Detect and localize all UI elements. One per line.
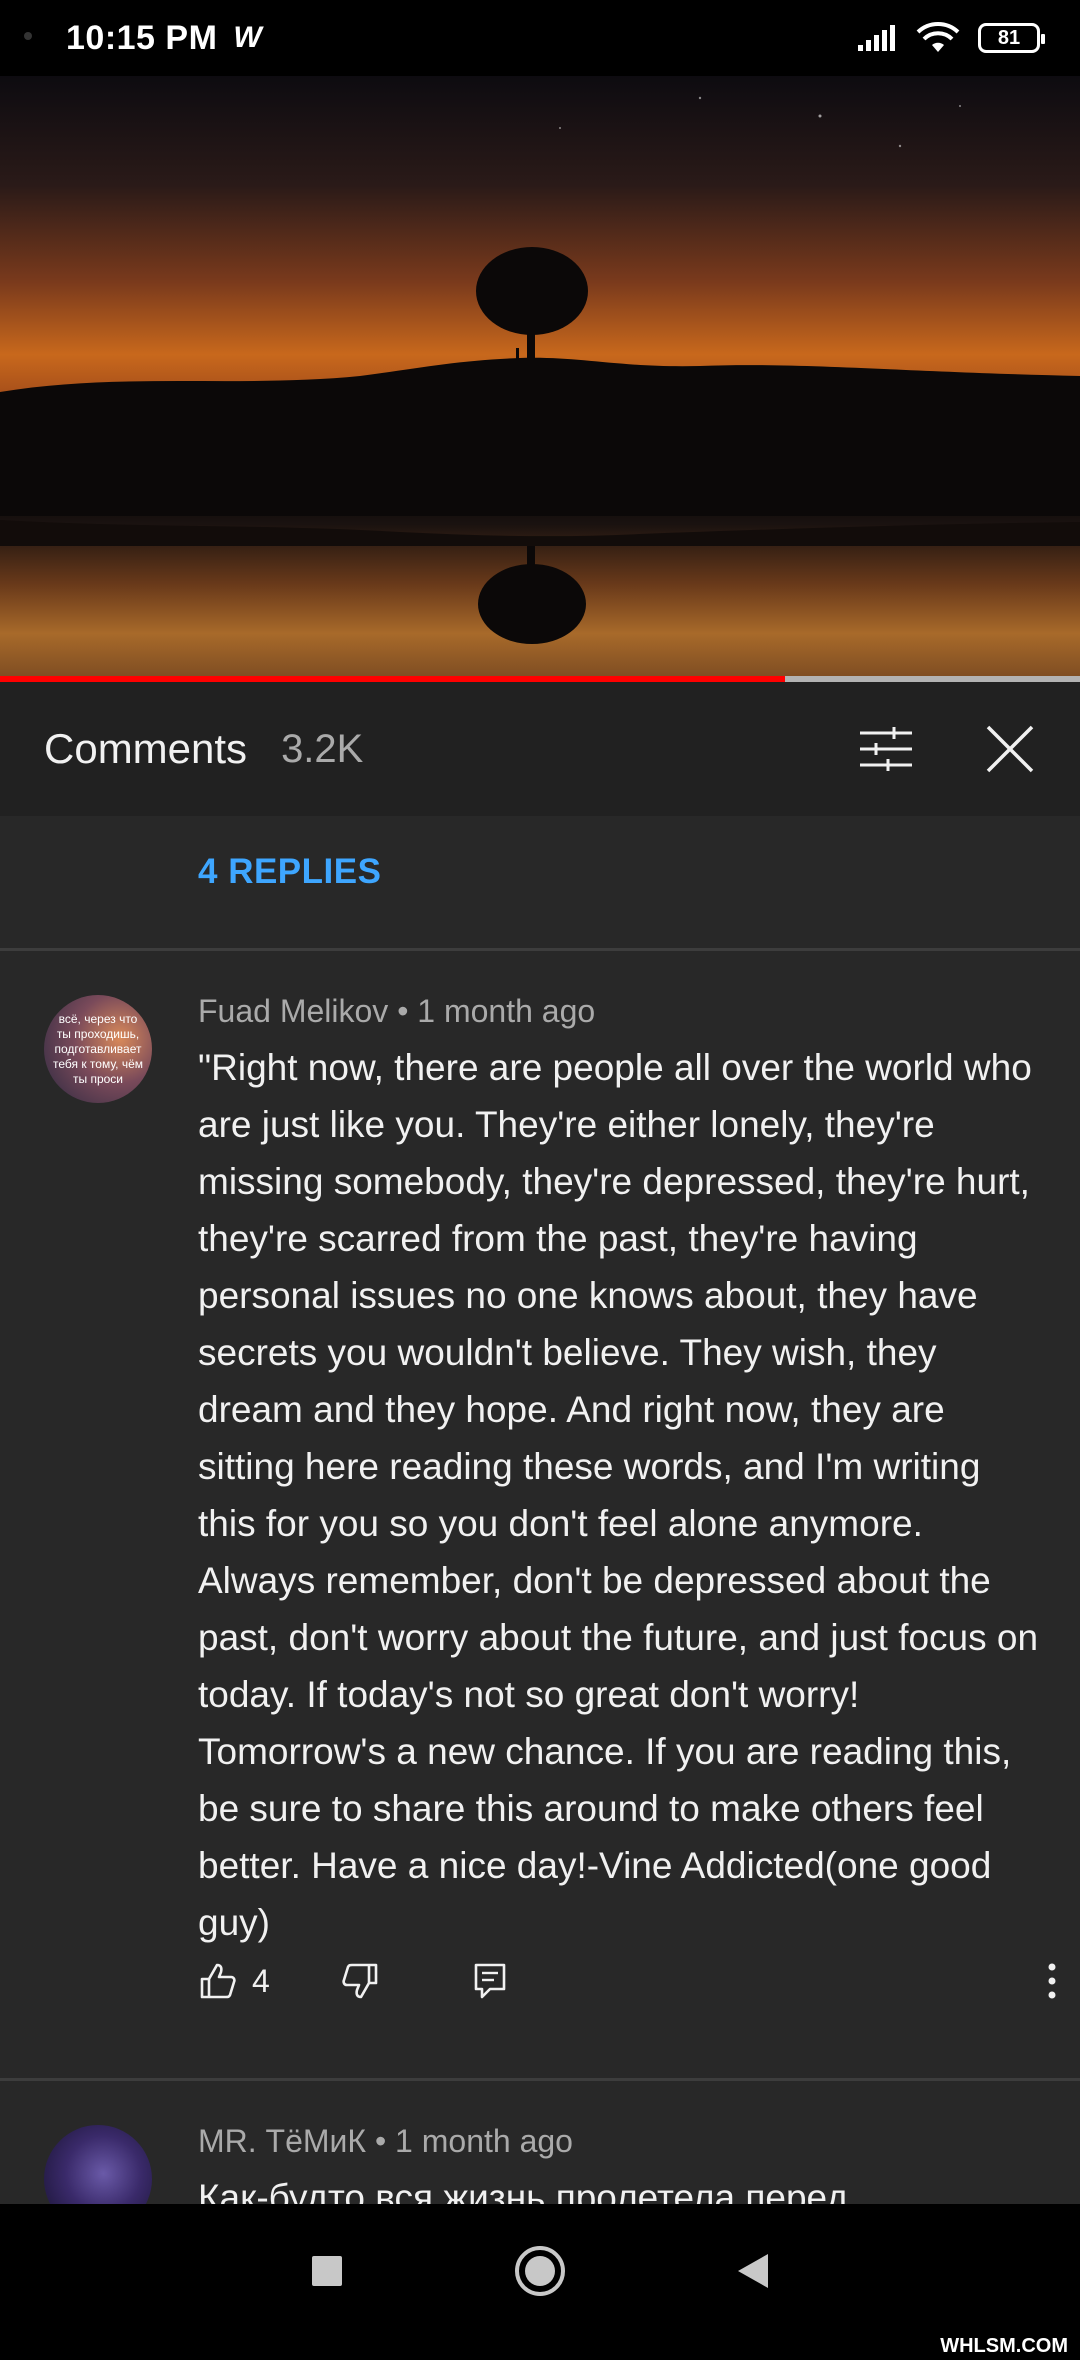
avatar[interactable] <box>44 2125 152 2204</box>
comment-actions: 4 <box>198 1946 1056 2016</box>
comment-author[interactable]: Fuad Melikov <box>198 993 388 1029</box>
comment-author[interactable]: MR. ТёМиК <box>198 2123 366 2159</box>
screen: 10:15 PM W 81 Comments 3.2K 4 REPLIES вс… <box>0 0 1080 2360</box>
close-icon[interactable] <box>984 723 1036 775</box>
notification-app-icon: W <box>233 21 262 54</box>
comment-text: Как-будто вся жизнь пролетела перед <box>198 2177 848 2204</box>
comments-title: Comments <box>44 725 248 772</box>
status-time: 10:15 PM <box>66 18 218 57</box>
filter-sliders-icon[interactable] <box>858 725 914 773</box>
avatar-caption: всё, через что ты проходишь, подготавлив… <box>53 1011 143 1086</box>
comment-meta: MR. ТёМиК • 1 month ago <box>198 2123 573 2160</box>
system-nav-bar <box>0 2204 1080 2338</box>
back-triangle-icon[interactable] <box>736 2252 770 2290</box>
comment-time: 1 month ago <box>395 2123 573 2159</box>
meta-separator: • <box>374 2123 387 2159</box>
like-icon[interactable] <box>198 1961 238 2001</box>
view-replies-link[interactable]: 4 REPLIES <box>198 852 381 892</box>
signal-icon <box>858 25 895 51</box>
comments-panel: Comments 3.2K 4 REPLIES всё, через что т… <box>0 682 1080 2204</box>
video-frame <box>0 96 1080 644</box>
header-actions <box>858 723 1036 775</box>
video-player[interactable] <box>0 76 1080 682</box>
wifi-icon <box>916 22 960 52</box>
recents-square-icon[interactable] <box>310 2254 344 2288</box>
more-vert-icon[interactable] <box>1046 1961 1058 2001</box>
comment-item: MR. ТёМиК • 1 month ago Как-будто вся жи… <box>0 2081 1080 2204</box>
comments-header: Comments 3.2K <box>0 682 1080 816</box>
front-camera <box>24 32 32 40</box>
home-circle-icon[interactable] <box>514 2245 566 2297</box>
avatar[interactable]: всё, через что ты проходишь, подготавлив… <box>44 995 152 1103</box>
replies-row: 4 REPLIES <box>0 816 1080 932</box>
reply-icon[interactable] <box>472 1961 508 2001</box>
status-bar: 10:15 PM W 81 <box>0 0 1080 76</box>
watermark: WHLSM.COM <box>936 2335 1072 2358</box>
comment-text: "Right now, there are people all over th… <box>198 1047 1039 1943</box>
like-count: 4 <box>252 1962 270 1999</box>
comment-item: всё, через что ты проходишь, подготавлив… <box>0 951 1080 2204</box>
battery-icon: 81 <box>978 23 1045 53</box>
dislike-icon[interactable] <box>340 1961 380 2001</box>
battery-level: 81 <box>997 26 1021 49</box>
comment-meta: Fuad Melikov • 1 month ago <box>198 993 595 1030</box>
status-icons: 81 <box>856 22 1045 54</box>
comment-time: 1 month ago <box>417 993 596 1029</box>
comments-count: 3.2K <box>281 726 364 771</box>
meta-separator: • <box>397 993 409 1029</box>
